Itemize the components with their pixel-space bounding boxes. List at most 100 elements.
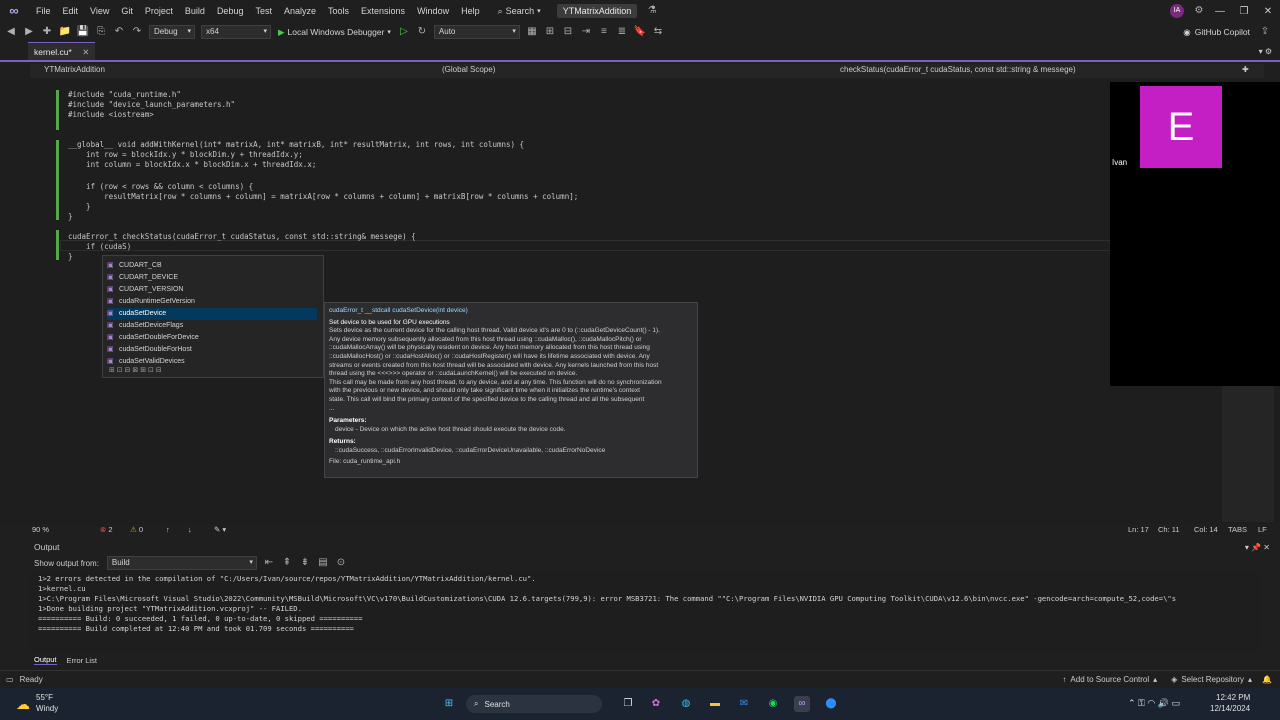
github-copilot-button[interactable]: ◉ GitHub Copilot [1183, 27, 1250, 38]
settings-icon[interactable]: ⚙ [1192, 4, 1206, 18]
output-source-dropdown[interactable]: Build ▾ [106, 556, 257, 570]
preview-features-icon[interactable]: ⚗ [645, 4, 659, 18]
menu-tools[interactable]: Tools [322, 6, 355, 16]
completion-item[interactable]: ▣ CUDART_CB [107, 260, 317, 272]
run-mode-dropdown[interactable]: Auto ▾ [433, 25, 520, 39]
start-icon[interactable]: ⊞ [441, 696, 457, 712]
menu-git[interactable]: Git [115, 6, 139, 16]
undo-icon[interactable]: ↶ [112, 25, 126, 39]
new-item-icon[interactable]: ✚ [40, 25, 54, 39]
save-all-icon[interactable]: ⎘ [94, 25, 108, 39]
error-count[interactable]: ⊗ 2 [100, 525, 113, 534]
code-line: } [68, 252, 73, 261]
file-explorer-icon[interactable]: ▬ [707, 696, 723, 712]
menu-build[interactable]: Build [179, 6, 211, 16]
previous-message-icon[interactable]: ⇞ [280, 556, 294, 570]
menu-test[interactable]: Test [249, 6, 278, 16]
completion-item[interactable]: ▣ cudaSetDoubleForDevice [107, 332, 317, 344]
task-view-icon[interactable]: ❐ [620, 696, 636, 712]
spotify-icon[interactable]: ◉ [765, 696, 781, 712]
user-avatar[interactable]: IA [1170, 4, 1184, 18]
menu-help[interactable]: Help [455, 6, 486, 16]
tab-label: kernel.cu* [34, 47, 72, 57]
tab-error-list[interactable]: Error List [67, 656, 97, 665]
zoom-icon[interactable]: ⬤ [823, 696, 839, 712]
find-message-icon[interactable]: ⇤ [262, 556, 276, 570]
code-line: #include "cuda_runtime.h" [68, 90, 181, 99]
completion-item[interactable]: ▣ cudaSetDeviceFlags [107, 320, 317, 332]
scope-dropdown[interactable]: (Global Scope) [442, 65, 495, 74]
cleanup-icon[interactable]: ✎ ▾ [214, 525, 226, 534]
copilot-icon: ◉ [1183, 26, 1191, 37]
completion-item[interactable]: ▣ cudaSetDevice [107, 308, 317, 320]
menu-edit[interactable]: Edit [57, 6, 85, 16]
completion-item[interactable]: ▣ cudaSetDoubleForHost [107, 344, 317, 356]
next-message-icon[interactable]: ⇟ [298, 556, 312, 570]
nav-up-icon[interactable]: ↑ [166, 525, 170, 534]
add-split-icon[interactable]: ✚ [1242, 65, 1249, 74]
menu-analyze[interactable]: Analyze [278, 6, 322, 16]
output-text[interactable]: 1>2 errors detected in the compilation o… [30, 572, 1262, 652]
tab-menu-icon[interactable]: ▾ ⚙ [1259, 47, 1272, 56]
tab-kernel-cu[interactable]: kernel.cu* ✕ [28, 42, 96, 60]
visual-studio-taskbar-icon[interactable]: ∞ [794, 696, 810, 712]
member-dropdown[interactable]: checkStatus(cudaError_t cudaStatus, cons… [840, 65, 1076, 74]
warning-count[interactable]: ⚠ 0 [130, 525, 143, 534]
mail-icon[interactable]: ✉ [736, 696, 752, 712]
search-button[interactable]: ⌕ Search ▾ [492, 5, 547, 18]
edge-icon[interactable]: ◍ [678, 696, 694, 712]
standard-toolbar: ◀ ▶ ✚ 📁 💾 ⎘ ↶ ↷ Debug ▾ x64 ▾ ▶ Local Wind… [0, 22, 1280, 42]
comment-icon[interactable]: ≡ [597, 25, 611, 39]
word-wrap-icon[interactable]: ⊙ [334, 556, 348, 570]
toolbar-icon-5[interactable]: ⇆ [651, 25, 665, 39]
output-pane-header: Output ▾ 📌 ✕ [30, 540, 1274, 554]
line-ending[interactable]: LF [1258, 525, 1267, 534]
back-icon[interactable]: ◀ [4, 25, 18, 39]
windows-taskbar: ☁ 55°F Windy ⊞ ⌕ Search ❐ ✿ ◍ ▬ ✉ ◉ ∞ ⬤ … [0, 688, 1280, 720]
tray-icons[interactable]: ⌃ ⚿ ◠ 🔊 ▭ [1128, 698, 1180, 709]
forward-icon[interactable]: ▶ [22, 25, 36, 39]
share-icon[interactable]: ⇪ [1258, 25, 1272, 39]
menu-extensions[interactable]: Extensions [355, 6, 411, 16]
toolbar-icon-2[interactable]: ⊞ [543, 25, 557, 39]
close-icon[interactable]: ✕ [1256, 6, 1280, 17]
copilot-app-icon[interactable]: ✿ [648, 696, 664, 712]
uncomment-icon[interactable]: ≣ [615, 25, 629, 39]
add-to-source-control-button[interactable]: Add to Source Control [1070, 675, 1149, 684]
toolbar-icon-1[interactable]: ▦ [525, 25, 539, 39]
completion-filter-icons[interactable]: ⊞ ⊡ ⊟ ⊠ ⊞ ⊡ ⊟ [109, 366, 162, 374]
toolbar-icon-4[interactable]: ⇥ [579, 25, 593, 39]
menu-file[interactable]: File [30, 6, 57, 16]
close-tab-icon[interactable]: ✕ [82, 47, 89, 57]
indent-mode[interactable]: TABS [1228, 525, 1247, 534]
hot-reload-icon[interactable]: ↻ [415, 25, 429, 39]
completion-item[interactable]: ▣ cudaRuntimeGetVersion [107, 296, 317, 308]
nav-down-icon[interactable]: ↓ [188, 525, 192, 534]
configuration-dropdown[interactable]: Debug ▾ [149, 25, 195, 39]
menu-view[interactable]: View [84, 6, 115, 16]
completion-item[interactable]: ▣ CUDART_DEVICE [107, 272, 317, 284]
zoom-level[interactable]: 90 % [32, 525, 49, 534]
select-repository-button[interactable]: Select Repository [1181, 675, 1244, 684]
restore-icon[interactable]: ❐ [1232, 6, 1256, 17]
project-dropdown[interactable]: YTMatrixAddition [44, 65, 105, 74]
minimize-icon[interactable]: — [1208, 6, 1232, 17]
toolbar-icon-3[interactable]: ⊟ [561, 25, 575, 39]
bookmark-icon[interactable]: 🔖 [633, 25, 647, 39]
completion-item[interactable]: ▣ CUDART_VERSION [107, 284, 317, 296]
notifications-icon[interactable]: 🔔 [1262, 675, 1272, 684]
open-folder-icon[interactable]: 📁 [58, 25, 72, 39]
menu-window[interactable]: Window [411, 6, 455, 16]
tab-output[interactable]: Output [34, 655, 57, 665]
clear-all-icon[interactable]: ▤ [316, 556, 330, 570]
start-debugging-button[interactable]: ▶ Local Windows Debugger ▾ [278, 27, 391, 38]
platform-dropdown[interactable]: x64 ▾ [201, 25, 271, 39]
status-bar: ▭ Ready ↑ Add to Source Control ▴ ◈ Sele… [0, 670, 1280, 688]
menu-debug[interactable]: Debug [211, 6, 250, 16]
start-without-debugging-icon[interactable]: ▷ [397, 25, 411, 39]
save-icon[interactable]: 💾 [76, 25, 90, 39]
redo-icon[interactable]: ↷ [130, 25, 144, 39]
output-pane-controls[interactable]: ▾ 📌 ✕ [1245, 543, 1270, 552]
menu-project[interactable]: Project [139, 6, 179, 16]
taskbar-search[interactable]: ⌕ Search [466, 695, 602, 713]
